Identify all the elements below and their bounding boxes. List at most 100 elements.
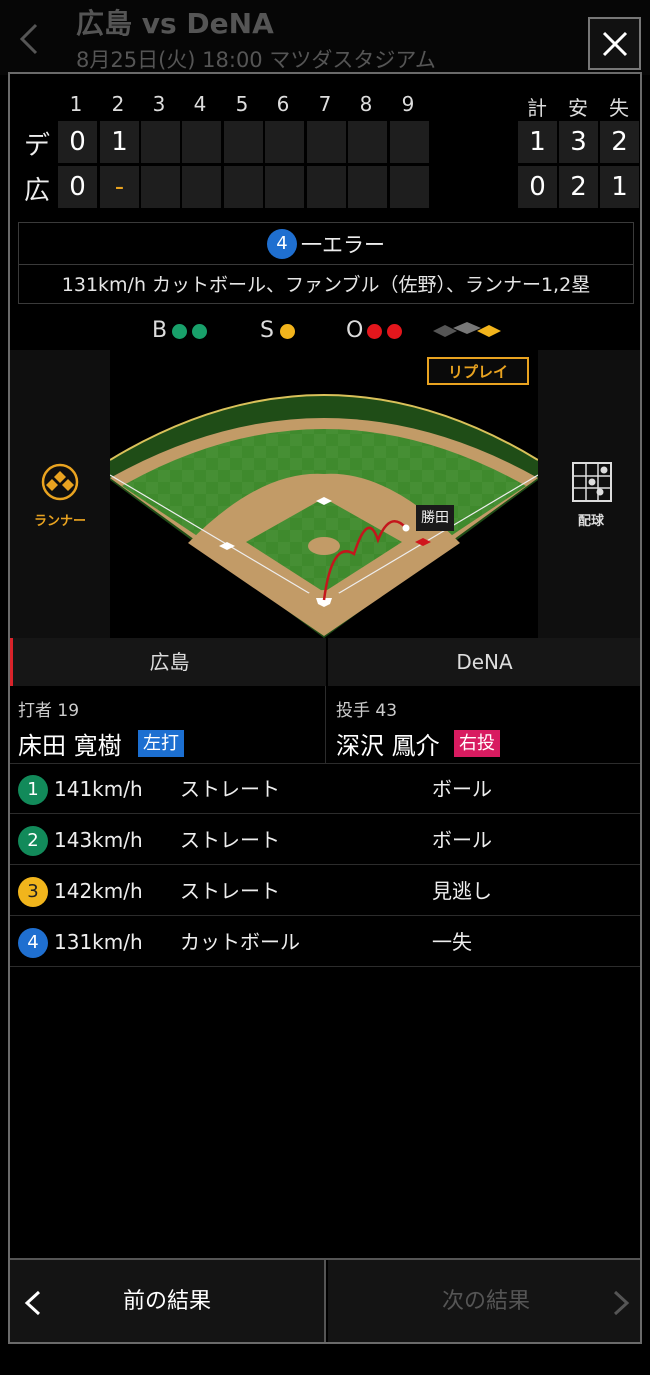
inning-header: 7 xyxy=(318,92,332,116)
pitch-row[interactable]: 4 131km/h カットボール 一失 xyxy=(10,917,640,967)
out-dot xyxy=(387,324,402,339)
pitch-result: ボール xyxy=(432,828,492,852)
page-header: 広島 vs DeNA 8月25日(火) 18:00 マツダスタジアム xyxy=(0,0,650,75)
pitch-number-badge: 3 xyxy=(18,877,48,907)
pitch-number-badge: 4 xyxy=(18,928,48,958)
pitch-number-badge: 1 xyxy=(18,775,48,805)
pitch-speed: 131km/h xyxy=(54,930,143,954)
replay-label[interactable]: リプレイ xyxy=(428,359,528,385)
inning-header: 8 xyxy=(359,92,373,116)
inning-header: 6 xyxy=(276,92,290,116)
inning-header: 1 xyxy=(69,92,83,116)
pitch-result: 一失 xyxy=(432,930,472,954)
tab-away-team[interactable]: DeNA xyxy=(328,638,640,686)
scoreboard: 123456789計安失デ01132広0-021 xyxy=(10,74,640,214)
next-result-button[interactable]: 次の結果 xyxy=(328,1260,640,1342)
play-description: 131km/h カットボール、ファンブル（佐野）、ランナー1,2塁 xyxy=(61,274,591,296)
pitch-type: ストレート xyxy=(180,828,280,852)
pitch-result: 見逃し xyxy=(432,879,492,903)
pitch-chart-label: 配球 xyxy=(577,514,604,529)
close-icon xyxy=(602,31,627,56)
close-button[interactable] xyxy=(588,17,641,70)
inning-score-cell xyxy=(265,166,304,208)
inning-score-cell xyxy=(141,121,180,163)
pitcher-info: 投手 43 深沢 鳳介 右投 xyxy=(328,686,640,764)
strike-dot xyxy=(280,324,295,339)
inning-score-cell: 1 xyxy=(100,121,139,163)
batter-hand-badge: 左打 xyxy=(138,730,184,757)
team-tabs: 広島 DeNA xyxy=(10,638,640,686)
batter-info: 打者 19 床田 寛樹 左打 xyxy=(10,686,326,764)
scoreboard-team-name: デ xyxy=(23,131,50,161)
inning-header: 2 xyxy=(111,92,125,116)
pitch-row[interactable]: 1 141km/h ストレート ボール xyxy=(10,764,640,814)
batter-role-label: 打者 xyxy=(18,701,52,721)
chevron-right-icon xyxy=(613,1290,630,1316)
total-cell: 2 xyxy=(600,121,639,163)
pitch-speed: 142km/h xyxy=(54,879,143,903)
inning-score-cell xyxy=(224,121,263,163)
total-cell: 3 xyxy=(559,121,598,163)
inning-header: 9 xyxy=(401,92,415,116)
pitch-result: ボール xyxy=(432,777,492,801)
next-result-label: 次の結果 xyxy=(441,1289,530,1314)
inning-score-cell xyxy=(182,166,221,208)
pitcher-role: 投手 43 xyxy=(336,696,397,721)
batter-name: 床田 寛樹 xyxy=(18,732,122,760)
play-summary: 4 一エラー 131km/h カットボール、ファンブル（佐野）、ランナー1,2塁 xyxy=(18,222,634,304)
pitch-number-badge: 2 xyxy=(18,826,48,856)
pitch-type: カットボール xyxy=(180,930,300,954)
count-indicator: B S O xyxy=(10,316,640,346)
totals-header: 安 xyxy=(568,96,588,120)
pitch-row[interactable]: 3 142km/h ストレート 見逃し xyxy=(10,866,640,916)
baseball-field xyxy=(110,350,538,638)
inning-score-cell xyxy=(224,166,263,208)
result-navigation: 前の結果 次の結果 xyxy=(10,1258,640,1342)
pitch-type: ストレート xyxy=(180,879,280,903)
runner-panel[interactable]: ランナー xyxy=(10,350,110,638)
game-subtitle: 8月25日(火) 18:00 マツダスタジアム xyxy=(76,48,436,72)
inning-score-cell: 0 xyxy=(58,121,97,163)
total-cell: 1 xyxy=(518,121,557,163)
inning-score-cell xyxy=(348,121,387,163)
prev-result-label: 前の結果 xyxy=(122,1289,211,1314)
ball-dot xyxy=(172,324,187,339)
inning-score-cell xyxy=(348,166,387,208)
totals-header: 失 xyxy=(609,96,629,120)
play-detail-modal: 123456789計安失デ01132広0-021 4 一エラー 131km/h … xyxy=(8,72,642,1344)
inning-score-cell xyxy=(182,121,221,163)
base-runner-icon xyxy=(433,322,501,337)
inning-score-cell xyxy=(141,166,180,208)
pitcher-name: 深沢 鳳介 xyxy=(336,732,440,760)
prev-result-button[interactable]: 前の結果 xyxy=(10,1260,326,1342)
pitch-speed: 143km/h xyxy=(54,828,143,852)
matchup-row: 打者 19 床田 寛樹 左打 投手 43 深沢 鳳介 右投 xyxy=(10,686,640,764)
pitch-chart-panel[interactable]: 配球 xyxy=(538,350,640,638)
batter-role: 打者 19 xyxy=(18,696,79,721)
inning-score-cell: 0 xyxy=(58,166,97,208)
inning-score-cell xyxy=(390,121,429,163)
strike-label: S xyxy=(260,318,274,343)
chevron-left-icon[interactable] xyxy=(18,22,40,62)
inning-score-cell xyxy=(390,166,429,208)
out-dot xyxy=(367,324,382,339)
pitch-row[interactable]: 2 143km/h ストレート ボール xyxy=(10,815,640,865)
inning-header: 4 xyxy=(193,92,207,116)
inning-header: 3 xyxy=(152,92,166,116)
pitch-chart-icon xyxy=(572,462,612,502)
pitcher-number: 43 xyxy=(375,701,398,721)
inning-score-cell: - xyxy=(100,166,139,208)
inning-header: 5 xyxy=(235,92,249,116)
total-cell: 1 xyxy=(600,166,639,208)
field-area: ランナー リプレイ 勝田 配球 xyxy=(10,350,640,638)
ball-dot xyxy=(192,324,207,339)
game-title: 広島 vs DeNA xyxy=(76,7,274,40)
pitch-speed: 141km/h xyxy=(54,777,143,801)
out-label: O xyxy=(346,318,364,343)
inning-score-cell xyxy=(265,121,304,163)
pitcher-hand-badge: 右投 xyxy=(454,730,500,757)
tab-home-team[interactable]: 広島 xyxy=(10,638,326,686)
runner-label: ランナー xyxy=(33,514,86,529)
pitch-type: ストレート xyxy=(180,777,280,801)
runner-icon xyxy=(41,463,79,501)
